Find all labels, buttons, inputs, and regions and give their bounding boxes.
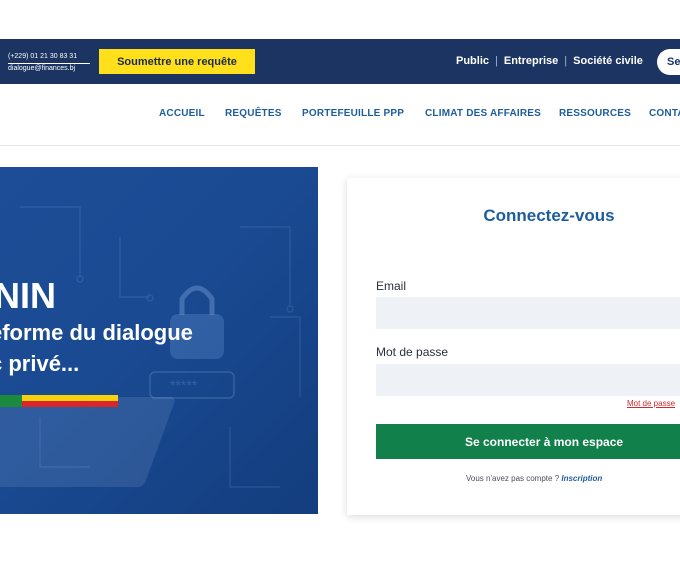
login-submit-label: Se connecter à mon espace [465, 435, 624, 449]
nav-item-climat-des-affaires[interactable]: CLIMAT DES AFFAIRES [425, 108, 541, 119]
nav-item-accueil[interactable]: ACCUEIL [159, 108, 205, 119]
submit-request-button[interactable]: Soumettre une requête [99, 49, 255, 74]
contact-info: (+229) 01 21 30 83 31 dialogue@finances.… [8, 52, 90, 74]
main-navigation: ACCUEIL REQUÊTES PORTEFEUILLE PPP CLIMAT… [0, 108, 680, 122]
audience-link-public[interactable]: Public [456, 55, 489, 67]
connect-pill-button[interactable]: Se [657, 49, 680, 75]
no-account-text: Vous n'avez pas compte ? [466, 474, 560, 483]
email-field[interactable] [376, 297, 680, 329]
separator: | [564, 55, 568, 67]
hero-title: NIN [0, 275, 56, 316]
separator: | [495, 55, 498, 67]
password-mask-decoration: ***** [170, 377, 198, 393]
flag-red-band [22, 401, 118, 407]
hero-subtitle-line-2: c privé... [0, 351, 80, 376]
password-field[interactable] [376, 364, 680, 396]
password-label: Mot de passe [376, 345, 449, 359]
nav-divider [0, 145, 680, 146]
signup-prompt: Vous n'avez pas compte ? Inscription [466, 474, 602, 483]
nav-item-contact[interactable]: CONTA [649, 108, 680, 119]
hero-subtitle-line-1: eforme du dialogue [0, 320, 193, 345]
nav-item-ressources[interactable]: RESSOURCES [559, 108, 631, 119]
audience-link-societe-civile[interactable]: Société civile [573, 55, 643, 67]
login-title: Connectez-vous [483, 206, 615, 225]
contact-email[interactable]: dialogue@finances.bj [8, 64, 90, 74]
signup-link[interactable]: Inscription [561, 474, 602, 483]
phone-number[interactable]: (+229) 01 21 30 83 31 [8, 52, 90, 64]
nav-item-portefeuille-ppp[interactable]: PORTEFEUILLE PPP [302, 108, 404, 119]
audience-links: Public | Entreprise | Société civile [456, 55, 643, 67]
nav-item-requetes[interactable]: REQUÊTES [225, 108, 282, 119]
login-submit-button[interactable]: Se connecter à mon espace [376, 424, 680, 459]
benin-flag-stripe [0, 395, 118, 407]
flag-green-band [0, 395, 22, 407]
audience-link-entreprise[interactable]: Entreprise [504, 55, 558, 67]
email-label: Email [376, 279, 407, 293]
forgot-password-link[interactable]: Mot de passe [627, 399, 675, 408]
